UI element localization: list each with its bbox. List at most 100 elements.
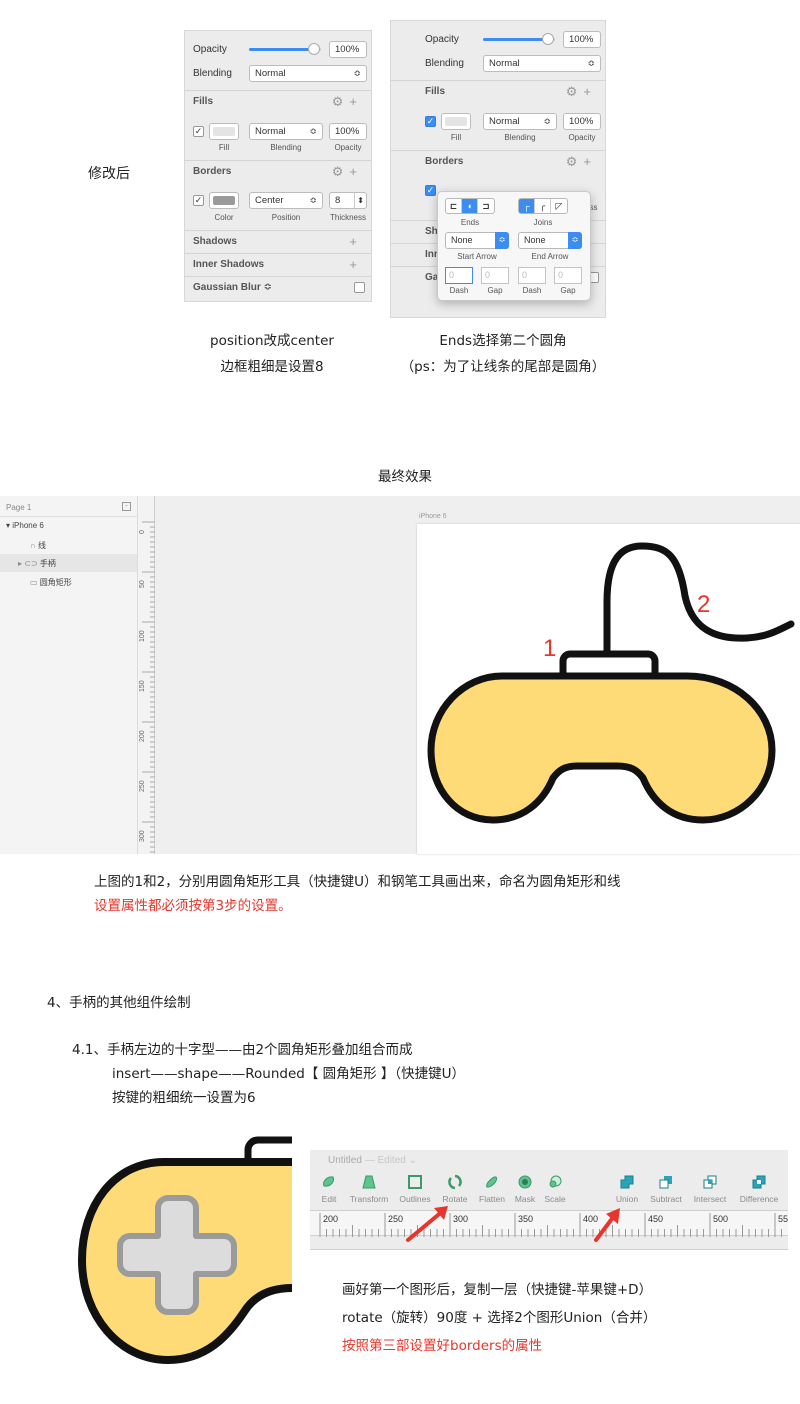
opacity-field[interactable]: 100%: [329, 41, 367, 58]
fill-checkbox[interactable]: ✓: [193, 126, 204, 137]
fill-swatch[interactable]: [209, 123, 239, 140]
border-thickness-field[interactable]: 8 ⬍: [329, 192, 367, 209]
fill-blend-select[interactable]: Normal ≎: [249, 123, 323, 140]
plus-icon[interactable]: +: [349, 254, 363, 276]
bottom-line3: 按照第三部设置好borders的属性: [342, 1338, 543, 1354]
end-arrow-value: None: [524, 235, 546, 245]
gap-input-2[interactable]: 0: [554, 267, 582, 284]
opacity-sublabel: Opacity: [568, 133, 596, 142]
tool-intersect[interactable]: Intersect: [688, 1174, 732, 1204]
opacity-slider-knob[interactable]: [307, 43, 320, 55]
borders-header: Borders ⚙+: [185, 160, 371, 182]
sketch-canvas[interactable]: iPhone 6 1 2: [155, 496, 800, 854]
position-sublabel: Position: [271, 213, 301, 222]
blending-sublabel: Blending: [504, 133, 536, 142]
opacity-slider[interactable]: [483, 33, 555, 45]
handle-body[interactable]: [427, 672, 776, 824]
dash-input-1[interactable]: 0: [445, 267, 473, 284]
gaussian-blur-header[interactable]: Gaussian Blur ≎: [185, 276, 371, 298]
borders-header: Borders ⚙+: [391, 150, 605, 172]
end-arrow-select[interactable]: None ≎: [518, 232, 582, 249]
opacity-slider-knob[interactable]: [541, 33, 554, 45]
bevel-join-icon[interactable]: ◸: [551, 199, 567, 213]
blending-select[interactable]: Normal ≎: [249, 65, 367, 82]
thickness-sublabel: Thickness: [329, 213, 366, 222]
joins-segmented[interactable]: ┌ ╭ ◸: [518, 198, 568, 214]
path-icon: ∩: [30, 541, 38, 550]
border-checkbox[interactable]: ✓: [425, 185, 436, 196]
fill-checkbox[interactable]: ✓: [425, 116, 436, 127]
layer-rounded-rect[interactable]: ▭ 圆角矩形: [30, 577, 72, 588]
tool-difference[interactable]: Difference: [734, 1174, 784, 1204]
square-end-icon[interactable]: ⊐: [478, 199, 494, 213]
opacity-slider[interactable]: [249, 43, 321, 55]
gear-plus-icons[interactable]: ⚙+: [566, 151, 597, 173]
stepper-icon[interactable]: ⬍: [354, 193, 364, 208]
end-arrow-label: End Arrow: [531, 252, 569, 261]
fills-title: Fills: [425, 86, 446, 97]
fill-blend-select[interactable]: Normal ≎: [483, 113, 557, 130]
tool-transform-label: Transform: [349, 1194, 389, 1204]
gear-plus-icons[interactable]: ⚙+: [332, 91, 363, 113]
layer-artboard[interactable]: ▾ iPhone 6: [6, 521, 44, 530]
dash-input-2[interactable]: 0: [518, 267, 546, 284]
gaussian-blur-title: Gaussian Blur ≎: [193, 282, 272, 293]
layer-handle-label: 手柄: [39, 559, 56, 568]
fill-swatch[interactable]: [441, 113, 471, 130]
border-checkbox[interactable]: ✓: [193, 195, 204, 206]
layer-line[interactable]: ∩ 线: [30, 540, 46, 551]
scale-icon: [549, 1175, 562, 1188]
border-swatch[interactable]: [209, 192, 239, 209]
butt-end-icon[interactable]: ⊏: [446, 199, 462, 213]
joins-label: Joins: [533, 218, 553, 227]
stepper-chevron-icon: ≎: [587, 58, 595, 68]
layer-handle[interactable]: ▸ ⊂⊃ 手柄: [18, 558, 56, 569]
miter-join-icon[interactable]: ┌: [519, 199, 535, 213]
caption-2-line2: （ps：为了让线条的尾部是圆角）: [400, 359, 606, 375]
iphone-artboard[interactable]: 1 2: [417, 524, 800, 854]
hruler-label: 55: [778, 1214, 789, 1224]
start-arrow-label: Start Arrow: [457, 252, 497, 261]
ruler-label: 200: [139, 730, 146, 742]
artboard-label[interactable]: iPhone 6: [419, 513, 447, 520]
fill-opacity-field[interactable]: 100%: [329, 123, 367, 140]
stepper-chevron-icon: ≎: [309, 126, 317, 136]
fill-blend-value: Normal: [489, 116, 520, 127]
blending-label: Blending: [425, 58, 464, 69]
round-join-icon[interactable]: ╭: [535, 199, 551, 213]
document-title: Untitled — Edited ⌄: [328, 1155, 417, 1166]
stepper-chevron-icon: ≎: [353, 68, 361, 78]
border-position-select[interactable]: Center ≎: [249, 192, 323, 209]
ends-segmented[interactable]: ⊏ ◖ ⊐: [445, 198, 495, 214]
doc-edited-text: — Edited ⌄: [364, 1155, 417, 1166]
tool-transform[interactable]: Transform: [346, 1174, 392, 1204]
gear-plus-icons[interactable]: ⚙+: [566, 81, 597, 103]
blending-label: Blending: [193, 68, 232, 79]
gap-input-1[interactable]: 0: [481, 267, 509, 284]
round-end-icon[interactable]: ◖: [462, 199, 478, 213]
fills-title: Fills: [193, 96, 214, 107]
inner-shadows-header[interactable]: Inner Shadows +: [185, 253, 371, 275]
layer-line-label: 线: [37, 541, 46, 550]
fill-opacity-field[interactable]: 100%: [563, 113, 601, 130]
intersect-icon: [703, 1175, 717, 1189]
blending-select[interactable]: Normal ≎: [483, 55, 601, 72]
shadows-title-partial: Sh: [425, 226, 438, 237]
border-options-popover: ⊏ ◖ ⊐ ┌ ╭ ◸ Ends Joins None ≎ None ≎ Start Arr…: [437, 191, 591, 301]
arrow-rotate: [406, 1208, 446, 1242]
page-name[interactable]: Page 1: [6, 503, 31, 512]
ruler-label: 150: [139, 680, 146, 692]
plus-icon[interactable]: +: [349, 231, 363, 253]
tool-edit[interactable]: Edit: [318, 1174, 340, 1204]
blur-checkbox[interactable]: [354, 282, 365, 293]
page-toggle-icon[interactable]: -: [122, 502, 131, 511]
blending-sublabel: Blending: [270, 143, 302, 152]
start-arrow-select[interactable]: None ≎: [445, 232, 509, 249]
color-sublabel: Color: [214, 213, 234, 222]
opacity-field[interactable]: 100%: [563, 31, 601, 48]
gear-plus-icons[interactable]: ⚙+: [332, 161, 363, 183]
ruler-label: 250: [139, 780, 146, 792]
vertical-ruler: 0 50 100 150 200 250 300: [138, 496, 155, 854]
tool-subtract[interactable]: Subtract: [646, 1174, 686, 1204]
shadows-header[interactable]: Shadows +: [185, 230, 371, 252]
